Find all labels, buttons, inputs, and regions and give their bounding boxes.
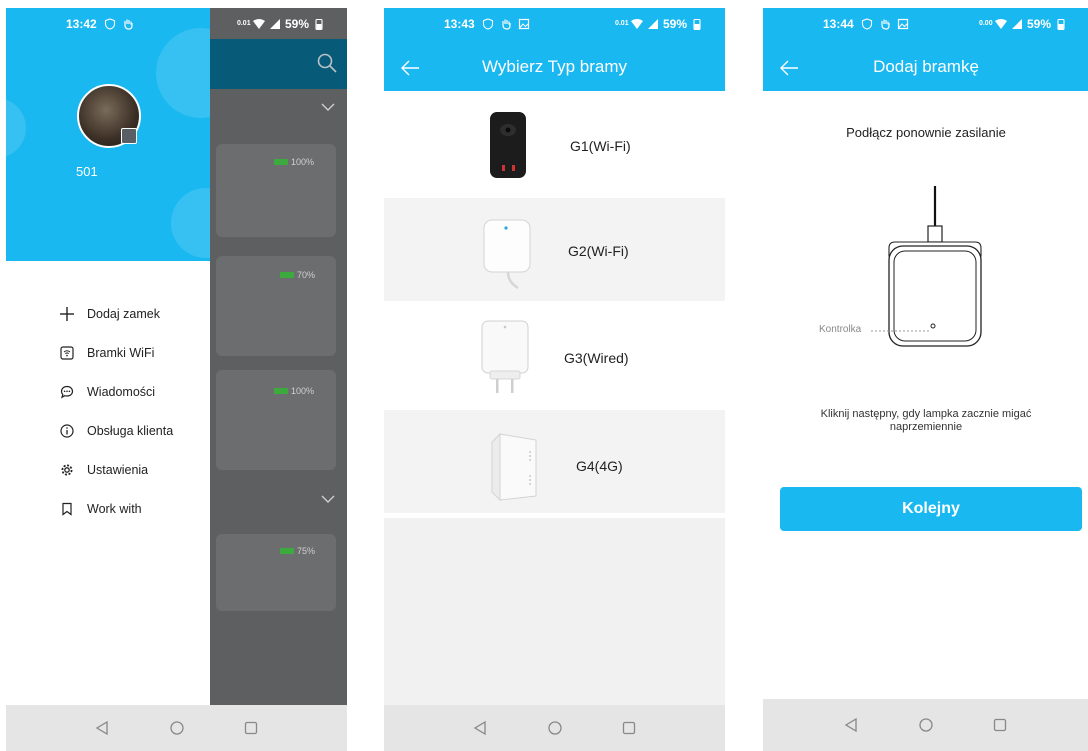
recents-square-icon[interactable] (991, 716, 1009, 734)
menu-item-customer-service[interactable]: Obsługa klienta (60, 421, 173, 441)
battery-icon (274, 159, 288, 165)
gateway-option-g2[interactable]: G2(Wi-Fi) (384, 198, 725, 301)
page-title: Wybierz Typ bramy (481, 57, 627, 76)
wifi-icon (252, 18, 265, 29)
gateway-g1-image (490, 112, 526, 178)
gateway-label: G1(Wi-Fi) (570, 138, 631, 154)
screen-drawer: 100% 70% 100% 75% 501 13:42 0.01 59% Dod… (6, 8, 347, 751)
battery-indicator: 100% (274, 386, 314, 396)
next-button[interactable]: Kolejny (780, 487, 1082, 531)
wifi-gateway-icon (60, 346, 74, 360)
menu-item-add-lock[interactable]: Dodaj zamek (60, 304, 160, 324)
system-nav-bar (6, 705, 347, 751)
screen-select-gateway: Wybierz Typ bramy 13:43 0.01 59% G1(Wi-F… (384, 8, 725, 751)
wifi-icon (994, 18, 1007, 29)
shield-icon (861, 17, 873, 30)
bookmark-icon (62, 502, 72, 516)
battery-indicator: 70% (280, 270, 315, 280)
hand-icon (881, 19, 890, 30)
shield-icon (482, 17, 494, 30)
back-triangle-icon[interactable] (843, 716, 861, 734)
search-icon[interactable] (317, 53, 337, 73)
network-speed: 0.01 (614, 20, 629, 27)
instruction-text: Podłącz ponownie zasilanie (846, 125, 1006, 140)
battery-status-icon (315, 18, 323, 30)
decorative-circle (156, 28, 210, 118)
empty-area (384, 518, 725, 705)
signal-icon (1011, 18, 1022, 29)
status-bar: 13:43 0.01 59% (384, 8, 725, 39)
gateway-power-illustration (888, 186, 982, 347)
drawer-menu: Dodaj zamek Bramki WiFi Wiadomości Obsłu… (6, 261, 210, 705)
system-nav-bar (763, 699, 1088, 751)
edit-icon[interactable] (121, 128, 137, 144)
image-icon (897, 18, 909, 29)
indicator-label: Kontrolka (819, 324, 862, 335)
wifi-icon (630, 18, 643, 29)
hand-icon (124, 19, 133, 30)
network-speed: 0.00 (978, 20, 993, 27)
indicator-leader-line (871, 330, 929, 332)
status-bar: 13:44 0.00 59% (763, 8, 1088, 39)
gateway-label: G3(Wired) (564, 350, 629, 366)
gateway-g3-image (481, 320, 529, 393)
hand-icon (502, 19, 511, 30)
status-bar: 13:42 0.01 59% (6, 8, 347, 39)
home-circle-icon[interactable] (168, 719, 186, 737)
back-triangle-icon[interactable] (472, 719, 490, 737)
menu-item-settings[interactable]: Ustawienia (60, 460, 148, 480)
gateway-label: G2(Wi-Fi) (568, 243, 629, 259)
plus-icon (60, 307, 74, 321)
lock-card[interactable] (216, 370, 336, 470)
info-icon (60, 424, 74, 438)
battery-percent: 59% (284, 16, 309, 31)
chat-bubble-icon (60, 385, 74, 399)
gateway-g2-image (483, 219, 531, 290)
gateway-option-g4[interactable]: G4(4G) (384, 410, 725, 513)
gateway-option-g3[interactable]: G3(Wired) (384, 305, 725, 408)
recents-square-icon[interactable] (620, 719, 638, 737)
battery-status-icon (1057, 18, 1065, 30)
lock-card[interactable] (216, 256, 336, 356)
battery-status-icon (693, 18, 701, 30)
chevron-down-icon[interactable] (321, 494, 335, 504)
gateway-option-g1[interactable]: G1(Wi-Fi) (384, 93, 725, 196)
battery-percent: 59% (662, 16, 687, 31)
battery-indicator: 75% (280, 546, 315, 556)
decorative-circle (6, 98, 26, 158)
battery-indicator: 100% (274, 157, 314, 167)
lock-card[interactable] (216, 534, 336, 611)
chevron-down-icon[interactable] (321, 102, 335, 112)
shield-icon (104, 17, 116, 30)
status-time: 13:42 (66, 16, 97, 31)
battery-icon (280, 548, 294, 554)
gateway-label: G4(4G) (576, 458, 623, 474)
recents-square-icon[interactable] (242, 719, 260, 737)
battery-percent: 59% (1026, 16, 1051, 31)
hint-text: Kliknij następny, gdy lampka zacznie mig… (820, 408, 1032, 433)
user-id: 501 (76, 164, 98, 179)
menu-item-wifi-gateways[interactable]: Bramki WiFi (60, 343, 154, 363)
home-circle-icon[interactable] (917, 716, 935, 734)
decorative-circle (171, 188, 210, 258)
home-circle-icon[interactable] (546, 719, 564, 737)
system-nav-bar (384, 705, 725, 751)
signal-icon (647, 18, 658, 29)
battery-icon (274, 388, 288, 394)
app-header-dimmed (210, 39, 347, 89)
screen-add-gateway: Dodaj bramkę 13:44 0.00 59% Podłącz pono… (763, 8, 1088, 751)
battery-icon (280, 272, 294, 278)
gear-icon (61, 464, 73, 476)
page-title: Dodaj bramkę (873, 57, 979, 76)
image-icon (518, 18, 530, 29)
menu-item-work-with[interactable]: Work with (60, 499, 142, 519)
network-speed: 0.01 (236, 20, 251, 27)
status-time: 13:44 (823, 16, 854, 31)
drawer-header: 501 (6, 8, 210, 261)
signal-icon (269, 18, 280, 29)
menu-item-messages[interactable]: Wiadomości (60, 382, 155, 402)
status-time: 13:43 (444, 16, 475, 31)
back-triangle-icon[interactable] (94, 719, 112, 737)
gateway-g4-image (491, 432, 537, 502)
